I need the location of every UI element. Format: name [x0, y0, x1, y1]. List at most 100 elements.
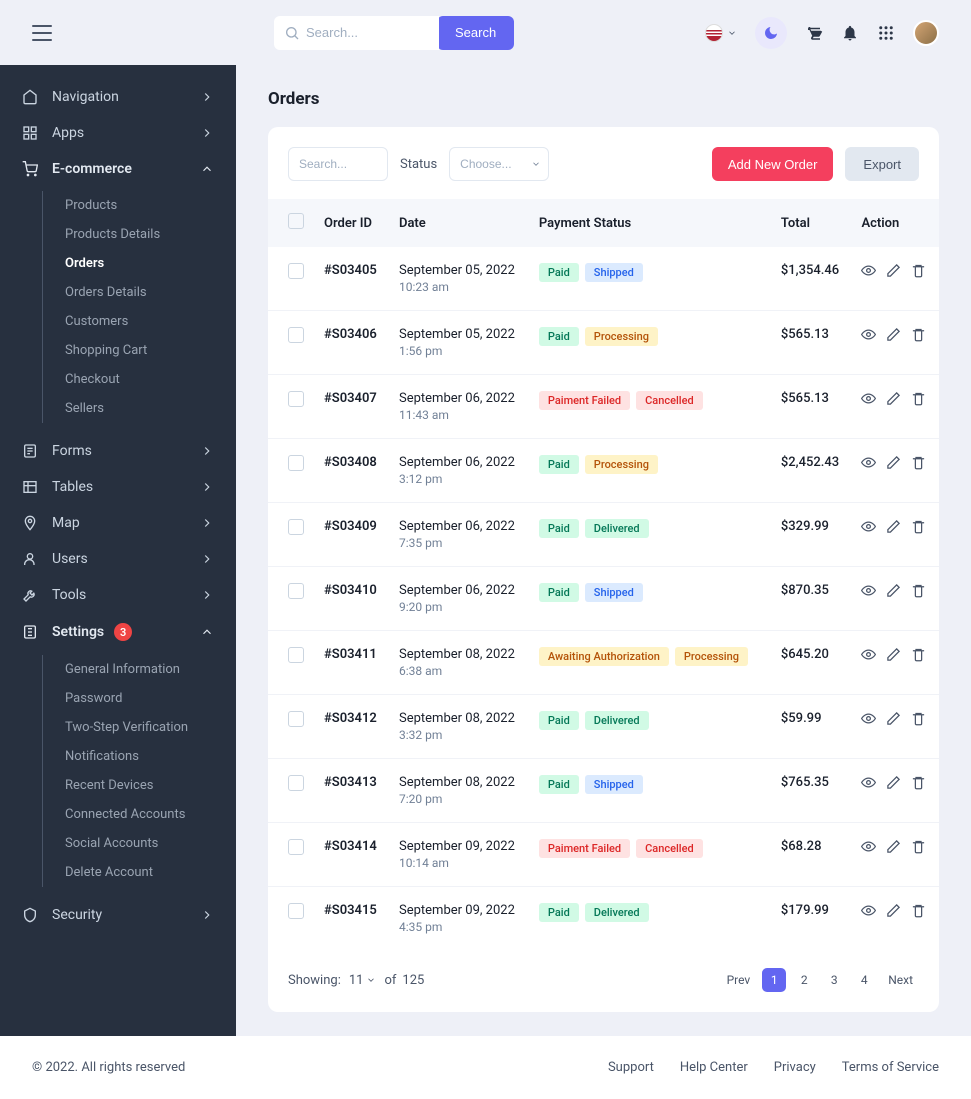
row-checkbox[interactable] — [288, 775, 304, 791]
edit-icon[interactable] — [886, 583, 901, 598]
sidebar-subitem-checkout[interactable]: Checkout — [43, 365, 236, 394]
view-icon[interactable] — [861, 775, 876, 790]
bell-icon[interactable] — [841, 24, 859, 42]
language-selector[interactable] — [705, 24, 737, 42]
edit-icon[interactable] — [886, 711, 901, 726]
status-pill: Processing — [585, 455, 658, 474]
sidebar-subitem-notifications[interactable]: Notifications — [43, 742, 236, 771]
sidebar-item-map[interactable]: Map — [0, 505, 236, 541]
row-checkbox[interactable] — [288, 839, 304, 855]
delete-icon[interactable] — [911, 903, 926, 918]
edit-icon[interactable] — [886, 263, 901, 278]
view-icon[interactable] — [861, 263, 876, 278]
page-next[interactable]: Next — [882, 968, 919, 992]
row-checkbox[interactable] — [288, 583, 304, 599]
edit-icon[interactable] — [886, 775, 901, 790]
edit-icon[interactable] — [886, 519, 901, 534]
sidebar-item-tables[interactable]: Tables — [0, 469, 236, 505]
row-checkbox[interactable] — [288, 647, 304, 663]
edit-icon[interactable] — [886, 455, 901, 470]
delete-icon[interactable] — [911, 455, 926, 470]
table-search-input[interactable] — [288, 147, 388, 181]
edit-icon[interactable] — [886, 327, 901, 342]
sidebar-item-forms[interactable]: Forms — [0, 433, 236, 469]
per-page-selector[interactable]: 11 — [349, 973, 377, 988]
edit-icon[interactable] — [886, 839, 901, 854]
view-icon[interactable] — [861, 327, 876, 342]
view-icon[interactable] — [861, 903, 876, 918]
order-total: $1,354.46 — [771, 247, 852, 311]
row-checkbox[interactable] — [288, 327, 304, 343]
sidebar-item-apps[interactable]: Apps — [0, 115, 236, 151]
sidebar-subitem-orders-details[interactable]: Orders Details — [43, 278, 236, 307]
delete-icon[interactable] — [911, 391, 926, 406]
sidebar-subitem-password[interactable]: Password — [43, 684, 236, 713]
wrench-icon — [22, 587, 38, 603]
row-checkbox[interactable] — [288, 519, 304, 535]
page-2[interactable]: 2 — [792, 968, 816, 992]
sidebar-item-users[interactable]: Users — [0, 541, 236, 577]
footer-link-terms-of-service[interactable]: Terms of Service — [842, 1060, 939, 1075]
sidebar-subitem-connected-accounts[interactable]: Connected Accounts — [43, 800, 236, 829]
search-button[interactable]: Search — [437, 16, 514, 50]
user-avatar[interactable] — [913, 20, 939, 46]
view-icon[interactable] — [861, 647, 876, 662]
delete-icon[interactable] — [911, 647, 926, 662]
sidebar-subitem-products-details[interactable]: Products Details — [43, 220, 236, 249]
status-filter-select[interactable]: Choose... — [449, 147, 549, 181]
sidebar-item-navigation[interactable]: Navigation — [0, 79, 236, 115]
edit-icon[interactable] — [886, 391, 901, 406]
add-order-button[interactable]: Add New Order — [712, 147, 834, 181]
footer-link-support[interactable]: Support — [608, 1060, 654, 1075]
sidebar-item-security[interactable]: Security — [0, 897, 236, 933]
view-icon[interactable] — [861, 711, 876, 726]
footer-link-help-center[interactable]: Help Center — [680, 1060, 748, 1075]
apps-grid-icon[interactable] — [877, 24, 895, 42]
sidebar-item-e-commerce[interactable]: E-commerce — [0, 151, 236, 187]
theme-toggle[interactable] — [755, 17, 787, 49]
view-icon[interactable] — [861, 519, 876, 534]
sidebar-subitem-orders[interactable]: Orders — [43, 249, 236, 278]
delete-icon[interactable] — [911, 327, 926, 342]
row-checkbox[interactable] — [288, 903, 304, 919]
select-all-checkbox[interactable] — [288, 213, 304, 229]
view-icon[interactable] — [861, 583, 876, 598]
sidebar-subitem-customers[interactable]: Customers — [43, 307, 236, 336]
view-icon[interactable] — [861, 391, 876, 406]
row-checkbox[interactable] — [288, 391, 304, 407]
sidebar-subitem-sellers[interactable]: Sellers — [43, 394, 236, 423]
delete-icon[interactable] — [911, 263, 926, 278]
delete-icon[interactable] — [911, 519, 926, 534]
sidebar-subitem-recent-devices[interactable]: Recent Devices — [43, 771, 236, 800]
sidebar-subitem-social-accounts[interactable]: Social Accounts — [43, 829, 236, 858]
row-checkbox[interactable] — [288, 711, 304, 727]
table-row: #S03407September 06, 202211:43 amPaiment… — [268, 375, 939, 439]
sidebar-item-settings[interactable]: Settings3 — [0, 613, 236, 651]
hamburger-menu-icon[interactable] — [32, 25, 52, 41]
page-4[interactable]: 4 — [852, 968, 876, 992]
page-prev[interactable]: Prev — [721, 968, 757, 992]
sidebar-subitem-two-step-verification[interactable]: Two-Step Verification — [43, 713, 236, 742]
sidebar-item-tools[interactable]: Tools — [0, 577, 236, 613]
sidebar-subitem-general-information[interactable]: General Information — [43, 655, 236, 684]
delete-icon[interactable] — [911, 711, 926, 726]
delete-icon[interactable] — [911, 839, 926, 854]
row-checkbox[interactable] — [288, 455, 304, 471]
sidebar-subitem-delete-account[interactable]: Delete Account — [43, 858, 236, 887]
view-icon[interactable] — [861, 839, 876, 854]
page-1[interactable]: 1 — [762, 968, 786, 992]
sidebar-subitem-products[interactable]: Products — [43, 191, 236, 220]
edit-icon[interactable] — [886, 903, 901, 918]
edit-icon[interactable] — [886, 647, 901, 662]
delete-icon[interactable] — [911, 583, 926, 598]
sidebar-subitem-shopping-cart[interactable]: Shopping Cart — [43, 336, 236, 365]
row-checkbox[interactable] — [288, 263, 304, 279]
footer-link-privacy[interactable]: Privacy — [774, 1060, 816, 1075]
page-3[interactable]: 3 — [822, 968, 846, 992]
status-cell: PaidShipped — [529, 567, 771, 631]
table-row: #S03408September 06, 20223:12 pmPaidProc… — [268, 439, 939, 503]
cart-icon[interactable] — [805, 24, 823, 42]
export-button[interactable]: Export — [845, 147, 919, 181]
delete-icon[interactable] — [911, 775, 926, 790]
view-icon[interactable] — [861, 455, 876, 470]
